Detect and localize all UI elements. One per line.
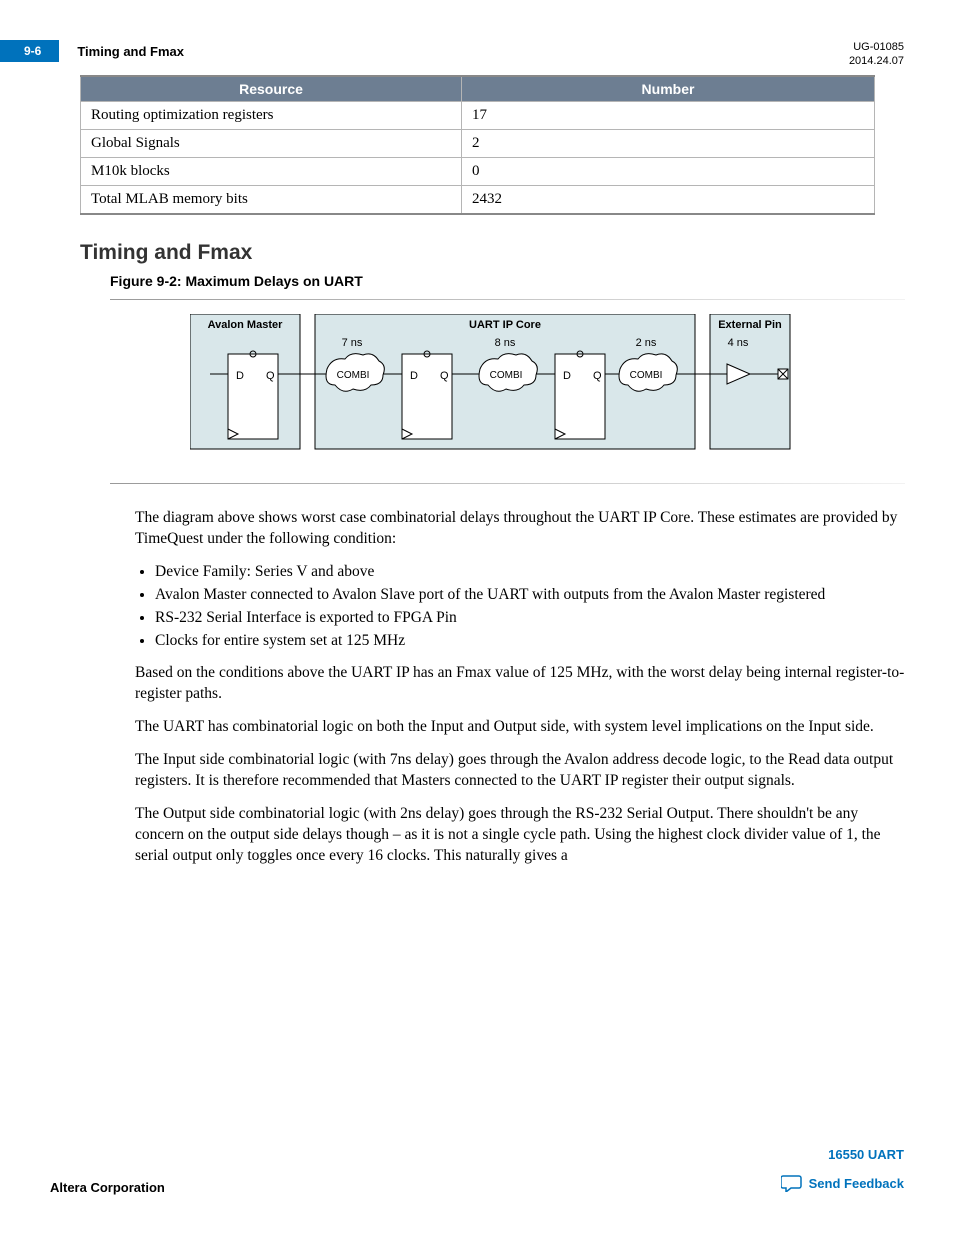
footer-product-link[interactable]: 16550 UART xyxy=(781,1147,904,1162)
header-section-title: Timing and Fmax xyxy=(77,44,184,59)
list-item: Clocks for entire system set at 125 MHz xyxy=(155,630,895,652)
table-cell: 0 xyxy=(462,157,875,185)
svg-text:D: D xyxy=(410,370,418,382)
table-cell: Total MLAB memory bits xyxy=(81,185,462,214)
diagram-delay-3: 2 ns xyxy=(636,337,657,349)
svg-text:COMBI: COMBI xyxy=(630,370,663,381)
table-header-resource: Resource xyxy=(81,76,462,102)
svg-text:D: D xyxy=(236,370,244,382)
svg-text:COMBI: COMBI xyxy=(490,370,523,381)
feedback-icon xyxy=(781,1174,803,1192)
paragraph: The Input side combinatorial logic (with… xyxy=(135,750,905,792)
list-item: RS-232 Serial Interface is exported to F… xyxy=(155,607,895,629)
table-header-number: Number xyxy=(462,76,875,102)
table-cell: 2432 xyxy=(462,185,875,214)
table-cell: M10k blocks xyxy=(81,157,462,185)
diagram-label-avalon: Avalon Master xyxy=(208,319,284,331)
figure-title: Figure 9-2: Maximum Delays on UART xyxy=(110,273,904,289)
diagram-label-external: External Pin xyxy=(718,319,782,331)
timing-diagram: Avalon Master UART IP Core External Pin … xyxy=(190,314,904,469)
paragraph: The Output side combinatorial logic (wit… xyxy=(135,804,905,867)
divider xyxy=(110,299,905,300)
doc-id: UG-01085 xyxy=(849,40,904,54)
paragraph: The diagram above shows worst case combi… xyxy=(135,508,905,550)
table-cell: Routing optimization registers xyxy=(81,101,462,129)
table-row: M10k blocks 0 xyxy=(81,157,875,185)
svg-text:Q: Q xyxy=(266,370,275,382)
feedback-label: Send Feedback xyxy=(809,1176,904,1191)
page-number: 9-6 xyxy=(0,40,59,62)
table-cell: 2 xyxy=(462,129,875,157)
diagram-delay-2: 8 ns xyxy=(495,337,516,349)
table-row: Global Signals 2 xyxy=(81,129,875,157)
doc-date: 2014.24.07 xyxy=(849,54,904,68)
diagram-delay-4: 4 ns xyxy=(728,337,749,349)
svg-text:D: D xyxy=(563,370,571,382)
send-feedback-link[interactable]: Send Feedback xyxy=(781,1174,904,1192)
svg-text:Q: Q xyxy=(593,370,602,382)
paragraph: Based on the conditions above the UART I… xyxy=(135,663,905,705)
table-cell: Global Signals xyxy=(81,129,462,157)
section-heading: Timing and Fmax xyxy=(80,241,904,265)
page-header: 9-6 Timing and Fmax UG-01085 2014.24.07 xyxy=(50,40,904,69)
table-row: Routing optimization registers 17 xyxy=(81,101,875,129)
list-item: Avalon Master connected to Avalon Slave … xyxy=(155,584,895,606)
diagram-label-uart: UART IP Core xyxy=(469,319,541,331)
svg-text:COMBI: COMBI xyxy=(337,370,370,381)
divider xyxy=(110,483,905,484)
list-item: Device Family: Series V and above xyxy=(155,561,895,583)
footer-company: Altera Corporation xyxy=(50,1180,165,1195)
conditions-list: Device Family: Series V and above Avalon… xyxy=(135,561,895,651)
paragraph: The UART has combinatorial logic on both… xyxy=(135,717,905,738)
page-footer: Altera Corporation 16550 UART Send Feedb… xyxy=(50,1147,904,1195)
diagram-delay-1: 7 ns xyxy=(342,337,363,349)
table-cell: 17 xyxy=(462,101,875,129)
svg-text:Q: Q xyxy=(440,370,449,382)
resource-table: Resource Number Routing optimization reg… xyxy=(80,75,875,215)
table-row: Total MLAB memory bits 2432 xyxy=(81,185,875,214)
